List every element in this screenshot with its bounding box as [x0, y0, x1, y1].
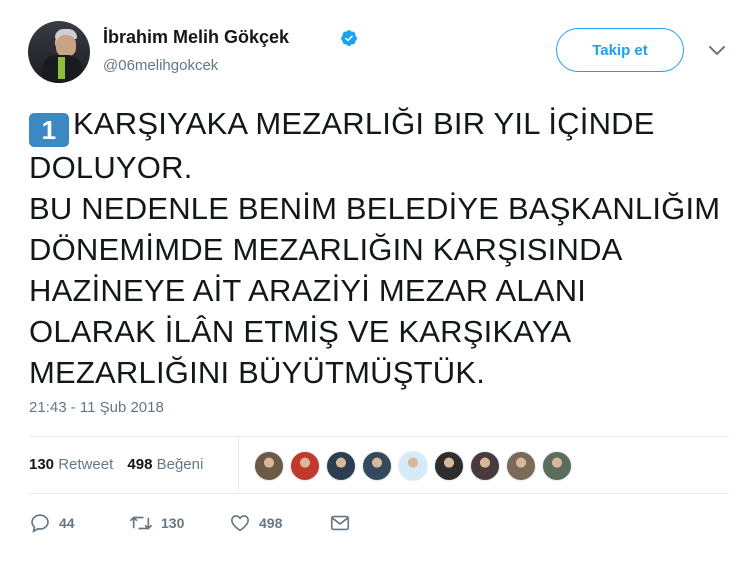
verified-badge-icon — [341, 30, 357, 46]
tweet-line-text: KARŞIYAKA MEZARLIĞI BIR YIL İÇİNDE — [73, 106, 655, 141]
heart-icon — [231, 515, 249, 532]
tweet-line-1: 1 KARŞIYAKA MEZARLIĞI BIR YIL İÇİNDE — [29, 103, 729, 147]
tweet-line-5: HAZİNEYE AİT ARAZİYİ MEZAR ALANI — [29, 273, 587, 308]
retweet-action[interactable]: 130 — [129, 512, 229, 534]
liker-avatar-5[interactable] — [398, 451, 428, 481]
like-stat[interactable]: 498 Beğeni — [127, 456, 203, 473]
keycap-one-emoji: 1 — [29, 113, 69, 147]
envelope-icon — [330, 515, 350, 531]
retweet-icon — [130, 516, 152, 530]
chevron-down-icon[interactable] — [708, 44, 726, 58]
likers-avatars — [254, 451, 578, 481]
tweet-line-3: BU NEDENLE BENİM BELEDİYE BAŞKANLIĞIM — [29, 191, 721, 226]
follow-button[interactable]: Takip et — [556, 28, 684, 72]
reply-icon — [31, 514, 49, 533]
tweet-actions: 44 130 498 — [29, 512, 359, 534]
retweet-count: 130 — [161, 515, 185, 531]
divider-top — [29, 436, 729, 437]
like-count: 498 — [259, 515, 283, 531]
tweet-text: 1 KARŞIYAKA MEZARLIĞI BIR YIL İÇİNDE DOLU… — [29, 103, 729, 393]
author-name[interactable]: İbrahim Melih Gökçek — [103, 27, 289, 48]
retweet-stat-label: Retweet — [58, 456, 114, 473]
liker-avatar-9[interactable] — [542, 451, 572, 481]
tweet-line-4: DÖNEMİMDE MEZARLIĞIN KARŞISINDA — [29, 232, 623, 267]
liker-avatar-8[interactable] — [506, 451, 536, 481]
liker-avatar-4[interactable] — [362, 451, 392, 481]
direct-message-action[interactable] — [329, 512, 359, 534]
tweet-line-2: DOLUYOR. — [29, 150, 193, 185]
avatar-tie — [58, 57, 65, 79]
retweet-stat-count: 130 — [29, 456, 55, 473]
tweet-line-7: MEZARLIĞINI BÜYÜTMÜŞTÜK. — [29, 355, 486, 390]
liker-avatar-2[interactable] — [290, 451, 320, 481]
stats-separator — [238, 437, 239, 492]
liker-avatar-7[interactable] — [470, 451, 500, 481]
divider-bottom — [29, 493, 729, 494]
retweet-stat[interactable]: 130 Retweet — [29, 456, 113, 473]
tweet-line-6: OLARAK İLÂN ETMİŞ VE KARŞIKAYA — [29, 314, 572, 349]
profile-avatar[interactable] — [28, 21, 90, 83]
author-handle[interactable]: @06melihgokcek — [103, 57, 218, 74]
avatar-face — [56, 35, 76, 57]
tweet-stats: 130 Retweet 498 Beğeni — [29, 456, 213, 473]
like-stat-label: Beğeni — [156, 456, 204, 473]
reply-count: 44 — [59, 515, 75, 531]
liker-avatar-1[interactable] — [254, 451, 284, 481]
reply-action[interactable]: 44 — [29, 512, 129, 534]
like-stat-count: 498 — [127, 456, 153, 473]
like-action[interactable]: 498 — [229, 512, 329, 534]
liker-avatar-6[interactable] — [434, 451, 464, 481]
liker-avatar-3[interactable] — [326, 451, 356, 481]
tweet-timestamp[interactable]: 21:43 - 11 Şub 2018 — [29, 399, 164, 416]
